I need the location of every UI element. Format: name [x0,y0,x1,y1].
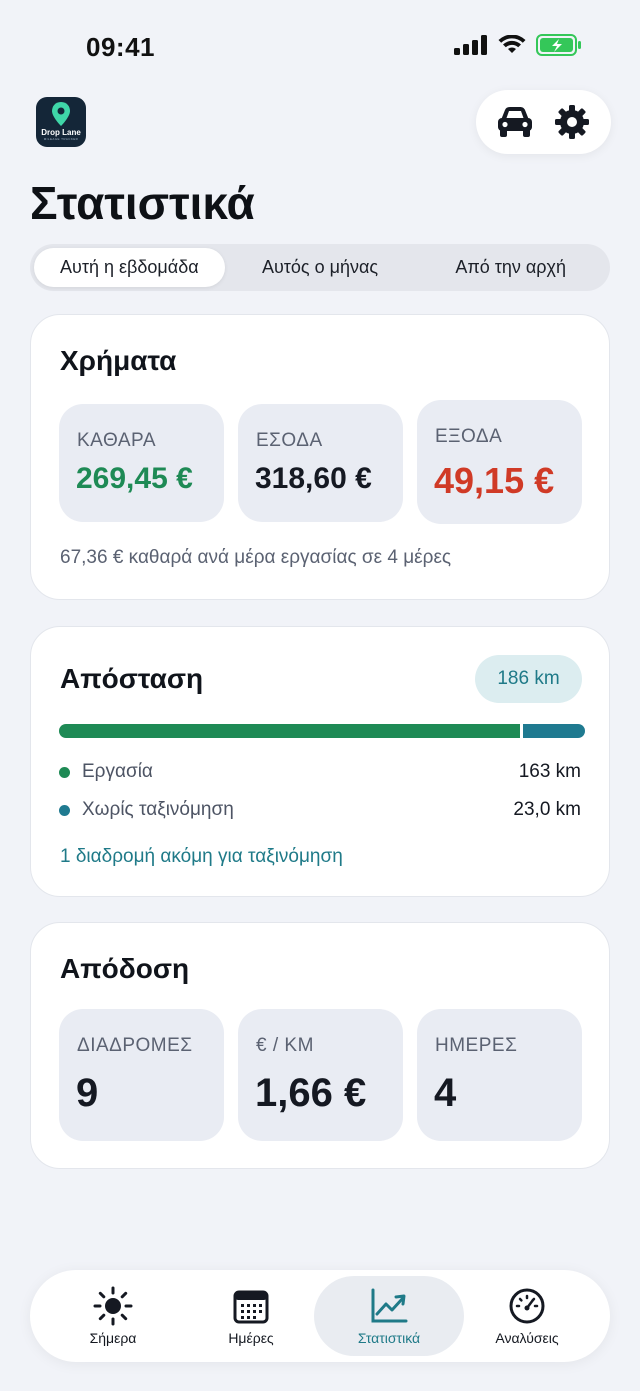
page-title: Στατιστικά [30,177,255,229]
chart-icon [369,1286,409,1326]
bottom-tab-bar: Σήμερα Ημέρες Στατιστικά Αναλύσεις [30,1270,610,1362]
days-tile: ΗΜΕΡΕΣ 4 [417,1009,582,1141]
money-note: 67,36 € καθαρά ανά μέρα εργασίας σε 4 μέ… [60,547,452,568]
status-time: 09:41 [86,32,155,62]
wifi-icon [498,35,526,53]
nav-analyses-label: Αναλύσεις [495,1330,559,1346]
distance-bar-unclassified [522,724,585,738]
per-km-value: 1,66 € [255,1071,367,1115]
trips-value: 9 [76,1071,99,1115]
work-value: 163 km [518,761,581,782]
legend-work: Εργασία 163 km [59,758,581,786]
net-value: 269,45 € [76,462,193,495]
signal-icon [454,35,487,55]
tab-this-week[interactable]: Αυτή η εβδομάδα [34,248,225,287]
per-km-label: € / KM [256,1035,314,1056]
gauge-icon [507,1286,547,1326]
nav-statistics-label: Στατιστικά [357,1330,421,1346]
gear-icon [555,105,590,139]
status-icons [454,34,582,56]
unclassified-label: Χωρίς ταξινόμηση [82,799,234,820]
performance-card: Απόδοση ΔΙΑΔΡΟΜΕΣ 9 € / KM 1,66 € ΗΜΕΡΕΣ… [30,922,610,1169]
expenses-tile: ΕΞΟΔΑ 49,15 € [417,400,582,524]
trips-tile: ΔΙΑΔΡΟΜΕΣ 9 [59,1009,224,1141]
vehicle-button[interactable] [491,98,539,146]
nav-statistics[interactable]: Στατιστικά [314,1276,464,1356]
classify-trips-link[interactable]: 1 διαδρομή ακόμη για ταξινόμηση [60,846,343,868]
settings-button[interactable] [548,98,596,146]
income-value: 318,60 € [255,462,372,495]
status-bar: 09:41 [0,0,640,90]
sun-icon [93,1286,133,1326]
expenses-label: ΕΞΟΔΑ [435,426,503,447]
performance-title: Απόδοση [60,953,190,984]
nav-days[interactable]: Ημέρες [176,1276,326,1356]
unclassified-dot [59,804,70,816]
money-card: Χρήματα ΚΑΘΑΡΑ 269,45 € ΕΣΟΔΑ 318,60 € Ε… [30,314,610,600]
trips-label: ΔΙΑΔΡΟΜΕΣ [77,1035,193,1056]
work-label: Εργασία [82,761,153,782]
distance-total-badge: 186 km [475,655,582,703]
distance-title: Απόσταση [60,663,204,694]
net-tile: ΚΑΘΑΡΑ 269,45 € [59,404,224,522]
nav-today[interactable]: Σήμερα [38,1276,188,1356]
distance-card: Απόσταση 186 km Εργασία 163 km Χωρίς ταξ… [30,626,610,897]
days-value: 4 [434,1071,457,1115]
tab-all-time[interactable]: Από την αρχή [415,248,606,287]
work-dot [59,766,70,778]
distance-bar [59,724,585,738]
app-logo: Drop Lane MILEAGE TRACKER [36,97,86,147]
logo-tagline: MILEAGE TRACKER [43,137,79,141]
unclassified-value: 23,0 km [513,799,581,820]
income-tile: ΕΣΟΔΑ 318,60 € [238,404,403,522]
calendar-icon [231,1286,271,1326]
nav-days-label: Ημέρες [228,1330,274,1346]
per-km-tile: € / KM 1,66 € [238,1009,403,1141]
top-actions [476,90,611,154]
battery-icon [536,34,581,56]
period-selector: Αυτή η εβδομάδα Αυτός ο μήνας Από την αρ… [30,244,610,291]
days-label: ΗΜΕΡΕΣ [435,1035,518,1056]
money-title: Χρήματα [60,345,177,376]
income-label: ΕΣΟΔΑ [256,430,323,451]
nav-today-label: Σήμερα [89,1330,137,1346]
expenses-value: 49,15 € [434,460,555,501]
logo-text: Drop Lane [41,128,81,137]
location-pin-icon [52,102,70,126]
legend-unclassified: Χωρίς ταξινόμηση 23,0 km [59,796,581,824]
car-icon [497,107,532,137]
distance-bar-work [59,724,520,738]
net-label: ΚΑΘΑΡΑ [77,430,156,451]
nav-analyses[interactable]: Αναλύσεις [452,1276,602,1356]
tab-this-month[interactable]: Αυτός ο μήνας [225,248,416,287]
